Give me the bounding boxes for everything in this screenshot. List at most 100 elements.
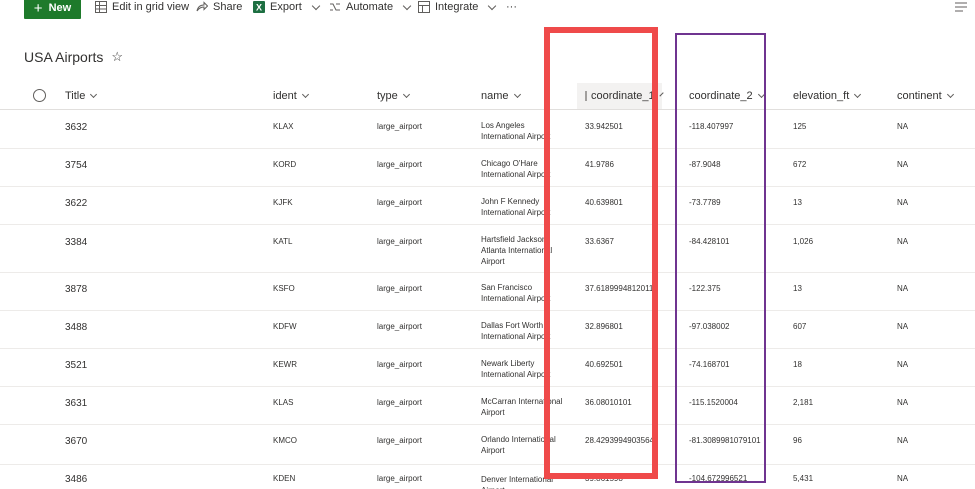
cell-title[interactable]: 3754	[65, 160, 87, 171]
chevron-down-icon	[488, 1, 497, 10]
export-button[interactable]: X Export	[253, 0, 321, 14]
cell-elevation-ft: 5,431	[793, 474, 814, 483]
page-title: USA Airports ☆	[24, 49, 123, 65]
table-row[interactable]: 3486 KDEN large_airport Denver Internati…	[0, 465, 975, 489]
new-button[interactable]: + New	[24, 0, 81, 19]
cell-title[interactable]: 3878	[65, 284, 87, 295]
cell-continent: NA	[897, 198, 909, 207]
chevron-down-icon	[402, 1, 412, 10]
cell-type: large_airport	[377, 436, 422, 445]
more-button[interactable]: ···	[506, 0, 517, 14]
table-row[interactable]: 3488 KDFW large_airport Dallas Fort Wort…	[0, 311, 975, 349]
table-row[interactable]: 3631 KLAS large_airport McCarran Interna…	[0, 387, 975, 425]
cell-continent: NA	[897, 160, 909, 169]
cell-elevation-ft: 18	[793, 360, 802, 369]
cell-ident: KDEN	[273, 474, 296, 483]
cell-ident: KJFK	[273, 198, 293, 207]
cell-type: large_airport	[377, 360, 422, 369]
excel-icon: X	[253, 1, 265, 13]
column-header-ident[interactable]: ident	[273, 90, 309, 102]
command-bar: + New Edit in grid view Share X Export A…	[0, 0, 975, 22]
automate-button[interactable]: Automate	[329, 0, 412, 14]
cell-type: large_airport	[377, 284, 422, 293]
column-header-type[interactable]: type	[377, 90, 410, 102]
integrate-button[interactable]: Integrate	[418, 0, 497, 14]
list-title: USA Airports	[24, 49, 104, 65]
cell-title[interactable]: 3384	[65, 237, 87, 248]
cell-title[interactable]: 3622	[65, 198, 87, 209]
coordinate-1-highlight-box	[544, 27, 658, 479]
cell-type: large_airport	[377, 474, 422, 483]
cell-title[interactable]: 3670	[65, 436, 87, 447]
table-row[interactable]: 3670 KMCO large_airport Orlando Internat…	[0, 425, 975, 465]
cell-continent: NA	[897, 122, 909, 131]
share-button[interactable]: Share	[196, 0, 242, 14]
share-label: Share	[213, 1, 243, 13]
cell-continent: NA	[897, 360, 909, 369]
table-row[interactable]: 3754 KORD large_airport Chicago O'Hare I…	[0, 149, 975, 187]
column-header-row: Title ident type name coordinate_1 coord…	[0, 83, 975, 110]
edit-grid-view-button[interactable]: Edit in grid view	[95, 0, 189, 14]
column-header-label: name	[481, 90, 509, 102]
integrate-label: Integrate	[435, 1, 479, 13]
chevron-down-icon	[311, 1, 321, 10]
select-all-circle-icon[interactable]	[33, 89, 46, 102]
cell-ident: KSFO	[273, 284, 295, 293]
more-icon: ···	[506, 1, 517, 13]
automate-icon	[330, 3, 340, 11]
table-row[interactable]: 3384 KATL large_airport Hartsfield Jacks…	[0, 225, 975, 273]
chevron-down-icon	[854, 90, 862, 99]
svg-text:X: X	[256, 3, 262, 13]
new-button-label: New	[48, 2, 72, 14]
cell-elevation-ft: 125	[793, 122, 807, 131]
integrate-icon	[418, 1, 430, 13]
cell-ident: KLAS	[273, 398, 294, 407]
column-header-elevation-ft[interactable]: elevation_ft	[793, 90, 862, 102]
chevron-down-icon	[659, 92, 664, 97]
cell-type: large_airport	[377, 160, 422, 169]
chevron-down-icon	[946, 90, 954, 99]
share-icon	[196, 1, 208, 12]
table-row[interactable]: 3521 KEWR large_airport Newark Liberty I…	[0, 349, 975, 387]
cell-continent: NA	[897, 284, 909, 293]
cell-ident: KATL	[273, 237, 293, 246]
cell-elevation-ft: 13	[793, 198, 802, 207]
cell-elevation-ft: 607	[793, 322, 807, 331]
column-header-label: elevation_ft	[793, 90, 850, 102]
cell-ident: KDFW	[273, 322, 297, 331]
cell-title[interactable]: 3632	[65, 122, 87, 133]
chevron-down-icon	[301, 90, 309, 99]
plus-icon: +	[33, 0, 43, 17]
grid-icon	[95, 1, 107, 13]
cell-continent: NA	[897, 474, 909, 483]
cell-continent: NA	[897, 398, 909, 407]
lines-icon	[955, 2, 967, 12]
cell-ident: KMCO	[273, 436, 297, 445]
column-header-continent[interactable]: continent	[897, 90, 954, 102]
cell-elevation-ft: 96	[793, 436, 802, 445]
view-options-button[interactable]	[955, 0, 967, 14]
table-row[interactable]: 3878 KSFO large_airport San Francisco In…	[0, 273, 975, 311]
cell-title[interactable]: 3486	[65, 474, 87, 485]
export-label: Export	[270, 1, 302, 13]
cell-title[interactable]: 3488	[65, 322, 87, 333]
cell-title[interactable]: 3631	[65, 398, 87, 409]
chevron-down-icon	[90, 90, 98, 99]
cell-elevation-ft: 672	[793, 160, 807, 169]
cell-type: large_airport	[377, 398, 422, 407]
cell-ident: KEWR	[273, 360, 297, 369]
edit-grid-view-label: Edit in grid view	[112, 1, 190, 13]
cell-type: large_airport	[377, 122, 422, 131]
column-header-name[interactable]: name	[481, 90, 521, 102]
cell-elevation-ft: 13	[793, 284, 802, 293]
cell-ident: KLAX	[273, 122, 294, 131]
cell-continent: NA	[897, 436, 909, 445]
table-row[interactable]: 3622 KJFK large_airport John F Kennedy I…	[0, 187, 975, 225]
column-header-title[interactable]: Title	[65, 90, 98, 102]
coordinate-2-highlight-box	[675, 33, 766, 483]
cell-title[interactable]: 3521	[65, 360, 87, 371]
cell-continent: NA	[897, 237, 909, 246]
table-row[interactable]: 3632 KLAX large_airport Los Angeles Inte…	[0, 111, 975, 149]
cell-type: large_airport	[377, 198, 422, 207]
star-icon[interactable]: ☆	[111, 49, 123, 65]
